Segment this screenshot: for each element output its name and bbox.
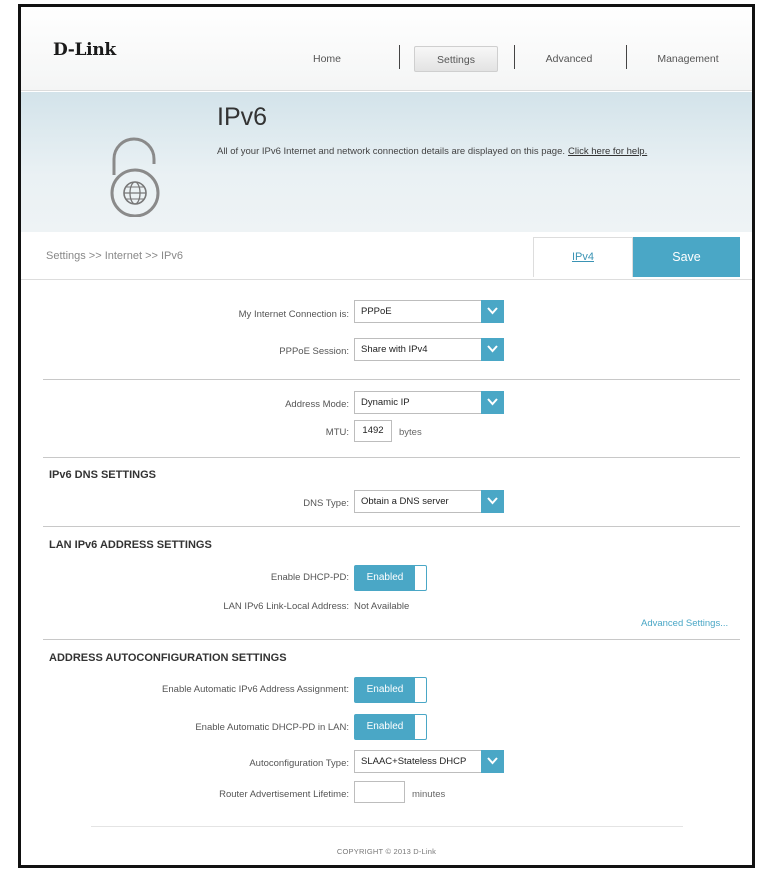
autoconfig-type-value: SLAAC+Stateless DHCP xyxy=(361,756,467,767)
ra-lifetime-unit: minutes xyxy=(412,789,446,800)
mtu-unit: bytes xyxy=(399,427,422,438)
dhcp-pd-toggle[interactable]: Enabled xyxy=(354,565,427,591)
dhcp-pd-label: Enable DHCP-PD: xyxy=(270,572,349,583)
auto-assign-label: Enable Automatic IPv6 Address Assignment… xyxy=(162,684,349,695)
chevron-down-icon[interactable] xyxy=(481,490,504,513)
autoconfig-type-label: Autoconfiguration Type: xyxy=(249,758,349,769)
section-divider xyxy=(43,526,740,527)
tab-ipv4[interactable]: IPv4 xyxy=(533,237,633,277)
section-divider xyxy=(43,457,740,458)
dlink-logo: D-Link xyxy=(53,40,116,60)
nav-management[interactable]: Management xyxy=(638,46,738,72)
advanced-settings-link[interactable]: Advanced Settings... xyxy=(641,618,728,629)
ra-lifetime-label: Router Advertisement Lifetime: xyxy=(219,789,349,800)
dns-type-select[interactable]: Obtain a DNS server xyxy=(354,490,504,513)
dns-type-label: DNS Type: xyxy=(303,498,349,509)
pppoe-session-label: PPPoE Session: xyxy=(279,346,349,357)
autoconfig-section-title: ADDRESS AUTOCONFIGURATION SETTINGS xyxy=(49,652,287,664)
mtu-label: MTU: xyxy=(325,427,349,438)
pppoe-session-value: Share with IPv4 xyxy=(361,344,428,355)
lock-globe-icon xyxy=(110,137,160,217)
auto-dhcp-pd-toggle[interactable]: Enabled xyxy=(354,714,427,740)
auto-dhcp-pd-label: Enable Automatic DHCP-PD in LAN: xyxy=(195,722,349,733)
page-description-text: All of your IPv6 Internet and network co… xyxy=(217,146,566,157)
save-button[interactable]: Save xyxy=(633,237,740,277)
address-mode-value: Dynamic IP xyxy=(361,397,410,408)
breadcrumb: Settings >> Internet >> IPv6 xyxy=(46,250,183,262)
auto-assign-toggle-state: Enabled xyxy=(355,678,415,702)
autoconfig-type-select[interactable]: SLAAC+Stateless DHCP xyxy=(354,750,504,773)
link-local-label: LAN IPv6 Link-Local Address: xyxy=(223,601,349,612)
copyright-text: COPYRIGHT © 2013 D-Link xyxy=(336,847,437,856)
auto-dhcp-pd-toggle-state: Enabled xyxy=(355,715,415,739)
connection-type-label: My Internet Connection is: xyxy=(238,309,349,320)
dhcp-pd-toggle-state: Enabled xyxy=(355,566,415,590)
auto-assign-toggle[interactable]: Enabled xyxy=(354,677,427,703)
top-navigation-bar: D-Link Home Settings Advanced Management xyxy=(21,7,752,91)
nav-separator xyxy=(626,45,627,69)
breadcrumb-row: Settings >> Internet >> IPv6 IPv4 Save xyxy=(21,232,752,280)
chevron-down-icon[interactable] xyxy=(481,391,504,414)
page-title: IPv6 xyxy=(217,103,268,131)
mtu-input[interactable]: 1492 xyxy=(354,420,392,442)
ra-lifetime-input[interactable] xyxy=(354,781,405,803)
nav-home[interactable]: Home xyxy=(292,46,362,72)
nav-settings[interactable]: Settings xyxy=(414,46,498,72)
page-banner: IPv6 All of your IPv6 Internet and netwo… xyxy=(21,92,752,232)
lan-section-title: LAN IPv6 ADDRESS SETTINGS xyxy=(49,539,212,551)
router-settings-window: D-Link Home Settings Advanced Management… xyxy=(18,4,755,868)
address-mode-label: Address Mode: xyxy=(285,399,349,410)
page-description: All of your IPv6 Internet and network co… xyxy=(217,146,647,157)
chevron-down-icon[interactable] xyxy=(481,750,504,773)
nav-advanced[interactable]: Advanced xyxy=(526,46,612,72)
footer-divider xyxy=(91,826,683,827)
address-mode-select[interactable]: Dynamic IP xyxy=(354,391,504,414)
chevron-down-icon[interactable] xyxy=(481,300,504,323)
nav-separator xyxy=(399,45,400,69)
dns-section-title: IPv6 DNS SETTINGS xyxy=(49,469,156,481)
connection-type-select[interactable]: PPPoE xyxy=(354,300,504,323)
link-local-value: Not Available xyxy=(354,601,410,612)
help-link[interactable]: Click here for help. xyxy=(568,146,647,157)
nav-separator xyxy=(514,45,515,69)
connection-type-value: PPPoE xyxy=(361,306,392,317)
section-divider xyxy=(43,639,740,640)
chevron-down-icon[interactable] xyxy=(481,338,504,361)
pppoe-session-select[interactable]: Share with IPv4 xyxy=(354,338,504,361)
section-divider xyxy=(43,379,740,380)
dns-type-value: Obtain a DNS server xyxy=(361,496,449,507)
